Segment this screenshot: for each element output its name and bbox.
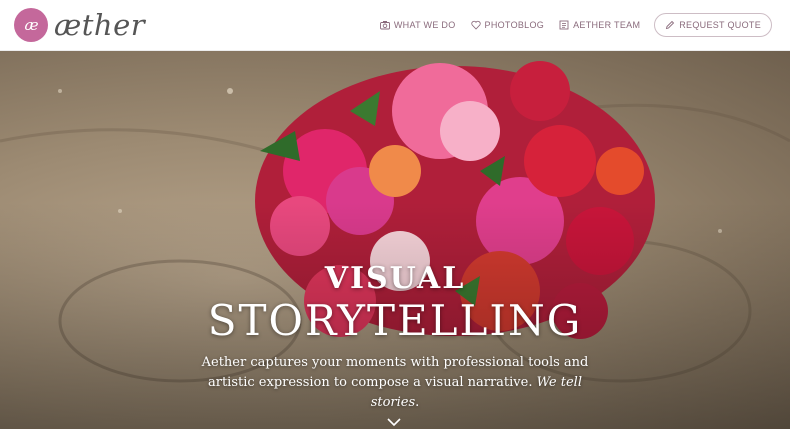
request-quote-button[interactable]: REQUEST QUOTE xyxy=(654,13,772,37)
logo-wordmark: æther xyxy=(54,8,146,42)
pencil-icon xyxy=(666,20,675,30)
brand-logo[interactable]: æ æther xyxy=(14,7,145,43)
book-icon xyxy=(559,20,569,30)
main-nav: WHAT WE DO PHOTOBLOG AETHER TEAM REQUEST… xyxy=(365,13,772,37)
hero-desc-main: Aether captures your moments with profes… xyxy=(201,355,589,390)
hero-title-line2: STORYTELLING xyxy=(207,296,583,345)
nav-photoblog[interactable]: PHOTOBLOG xyxy=(470,20,545,30)
camera-icon xyxy=(379,21,390,30)
hero-title-line1: VISUAL xyxy=(324,261,466,296)
heart-icon xyxy=(470,20,481,30)
nav-label: AETHER TEAM xyxy=(573,20,641,30)
chevron-down-icon[interactable] xyxy=(386,417,402,427)
nav-label: WHAT WE DO xyxy=(393,20,456,30)
nav-what-we-do[interactable]: WHAT WE DO xyxy=(379,20,456,30)
request-quote-label: REQUEST QUOTE xyxy=(679,20,761,30)
hero-desc-end: . xyxy=(415,395,420,410)
hero-description: Aether captures your moments with profes… xyxy=(195,353,595,413)
nav-aether-team[interactable]: AETHER TEAM xyxy=(559,20,640,30)
site-header: æ æther WHAT WE DO PHOTOBLOG AETHER TEAM… xyxy=(0,0,790,51)
hero-section: VISUAL STORYTELLING Aether captures your… xyxy=(0,51,790,429)
logo-mark: æ xyxy=(14,8,48,42)
nav-label: PHOTOBLOG xyxy=(484,20,545,30)
